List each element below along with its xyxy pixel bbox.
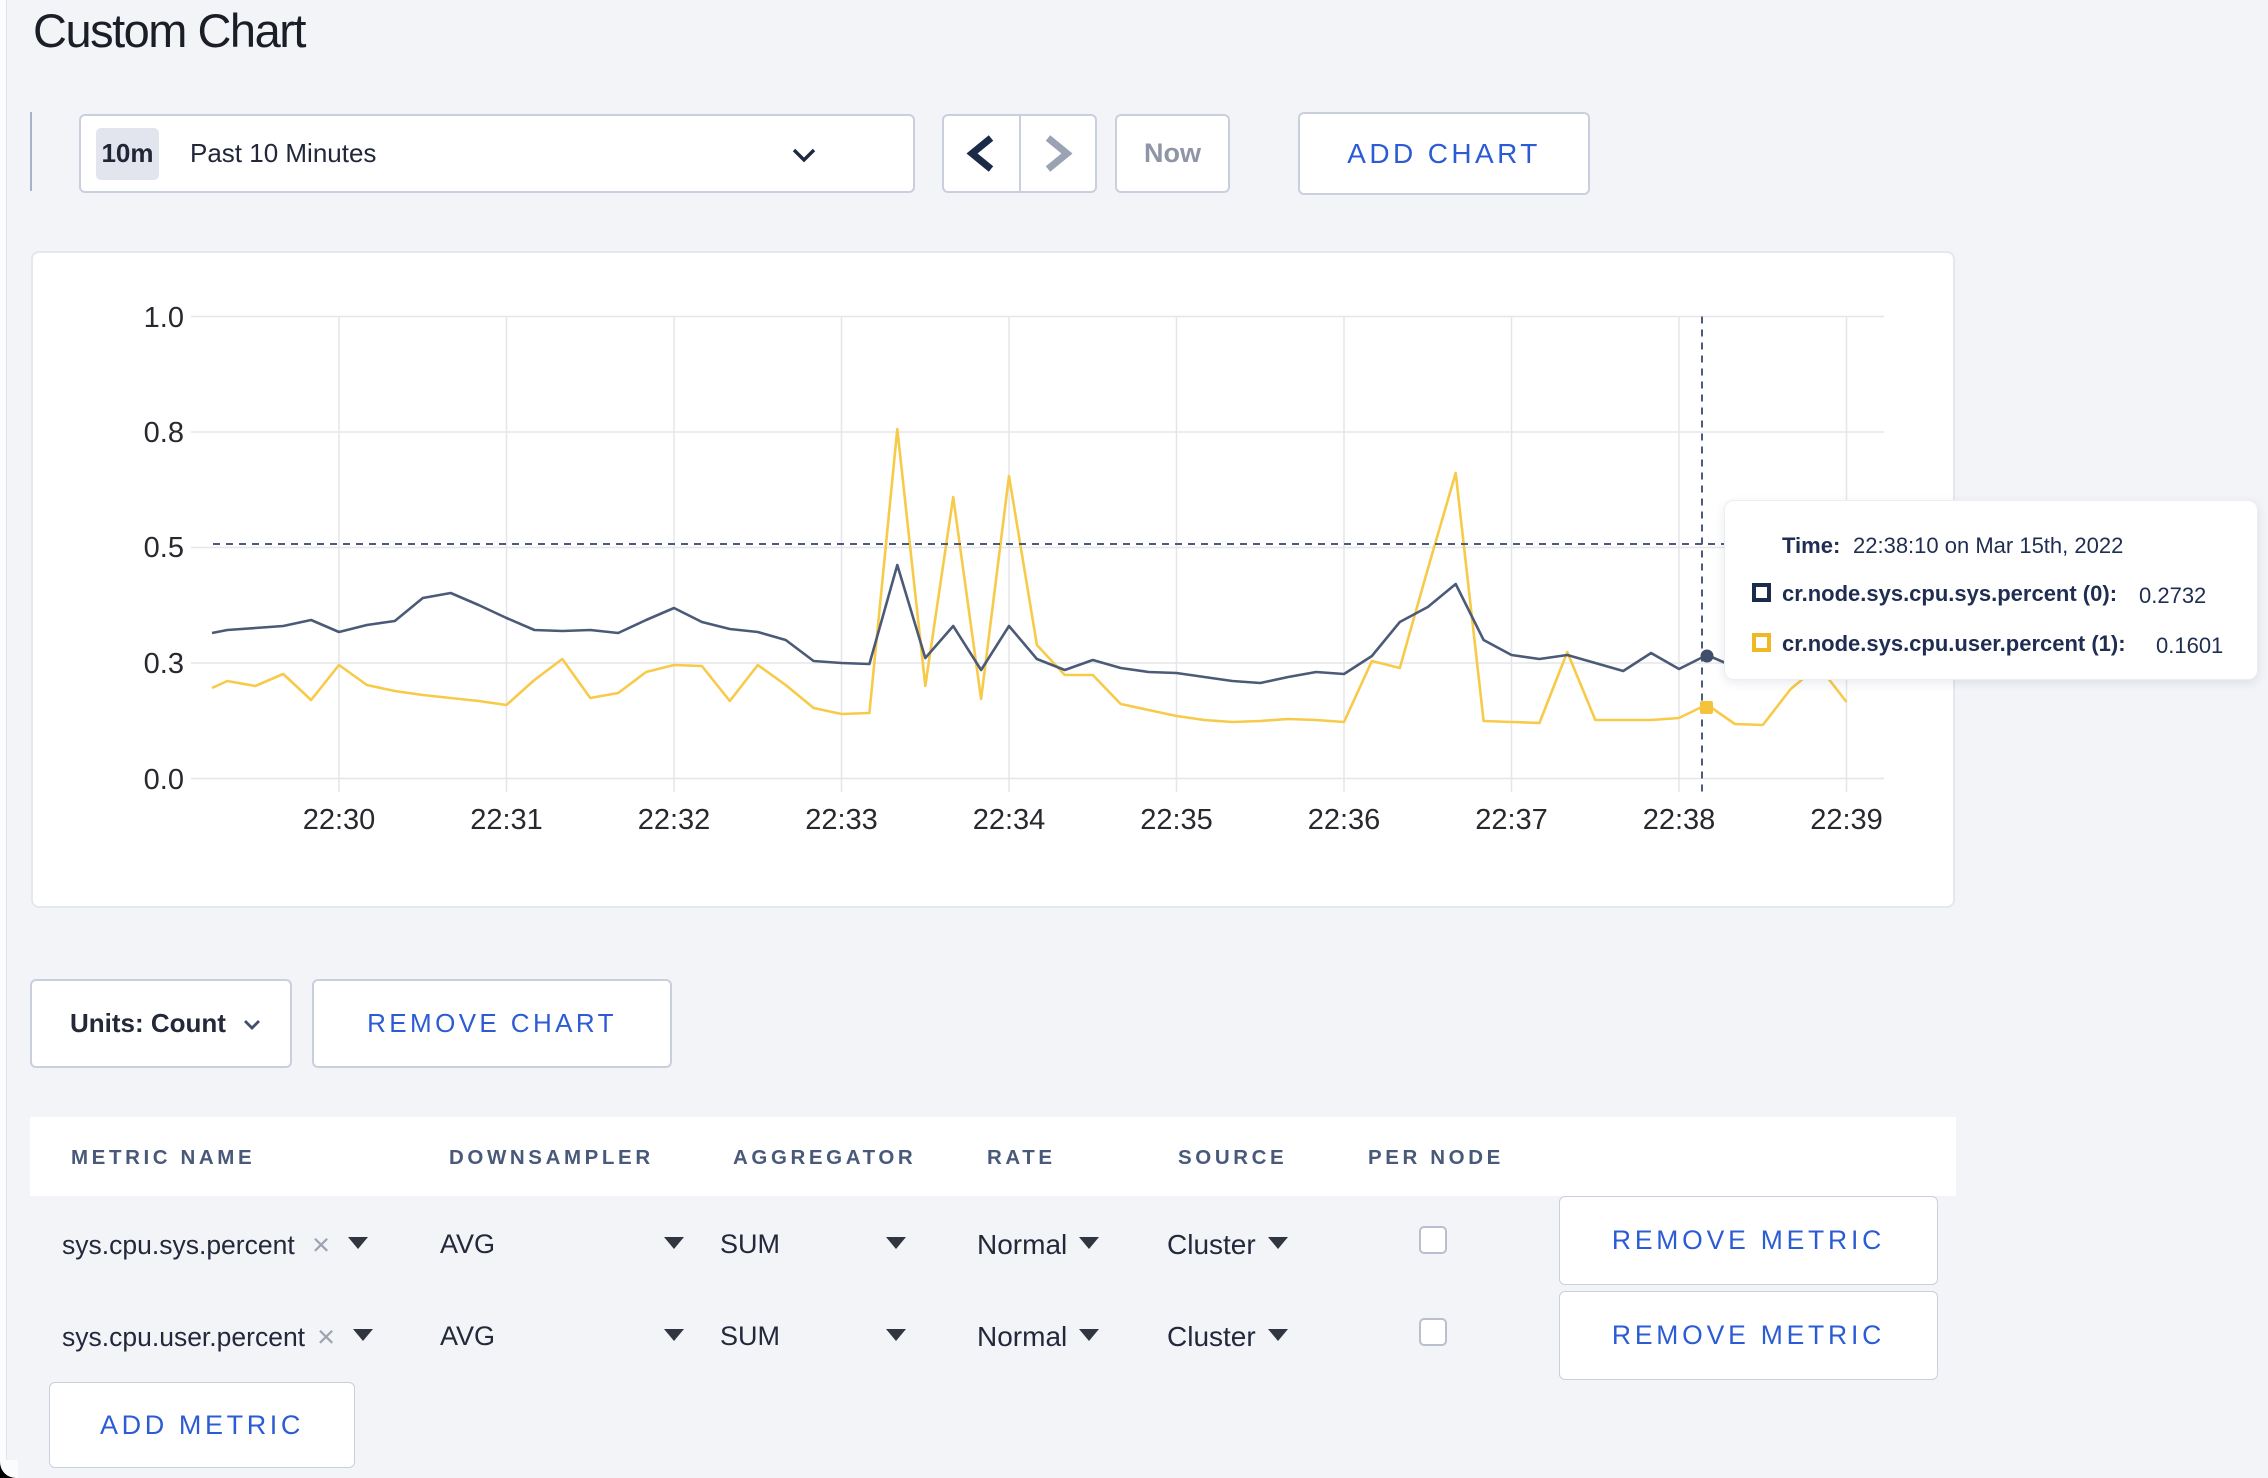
svg-text:22:35: 22:35	[1140, 804, 1213, 836]
svg-text:22:36: 22:36	[1308, 804, 1381, 836]
svg-text:22:32: 22:32	[638, 804, 711, 836]
svg-text:22:33: 22:33	[805, 804, 878, 836]
svg-text:22:34: 22:34	[973, 804, 1046, 836]
svg-text:0.8: 0.8	[144, 417, 184, 449]
svg-text:22:31: 22:31	[470, 804, 543, 836]
svg-text:1.0: 1.0	[144, 302, 184, 334]
svg-text:0.3: 0.3	[144, 648, 184, 680]
svg-text:0.5: 0.5	[144, 532, 184, 564]
svg-text:22:38: 22:38	[1643, 804, 1716, 836]
svg-text:22:37: 22:37	[1475, 804, 1548, 836]
svg-text:22:30: 22:30	[303, 804, 376, 836]
svg-text:22:39: 22:39	[1810, 804, 1883, 836]
svg-text:0.0: 0.0	[144, 764, 184, 796]
